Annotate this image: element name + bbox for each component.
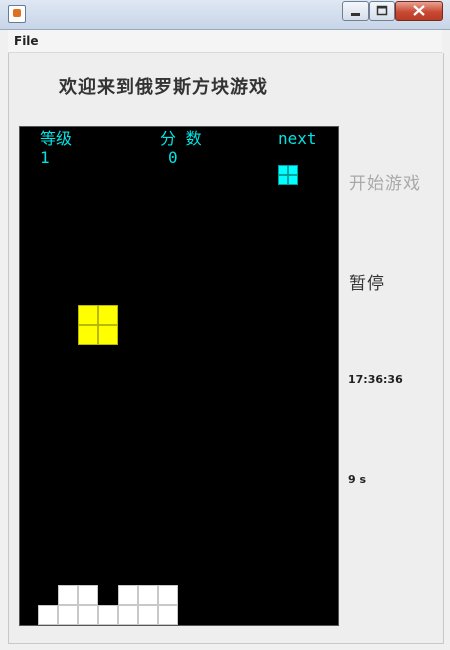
stack-block <box>158 605 178 625</box>
game-board[interactable]: 等级 1 分 数 0 next <box>19 126 339 626</box>
next-piece-block <box>278 165 288 175</box>
next-piece-block <box>288 165 298 175</box>
score-label: 分 数 <box>160 129 202 148</box>
maximize-button[interactable] <box>369 1 395 21</box>
next-piece-block <box>288 175 298 185</box>
menu-file[interactable]: File <box>14 34 39 48</box>
stack-block <box>78 605 98 625</box>
minimize-icon <box>351 13 360 16</box>
falling-piece-block <box>98 325 118 345</box>
java-cup-icon <box>8 5 26 23</box>
level-value: 1 <box>40 148 50 167</box>
stack-block <box>138 585 158 605</box>
stack-block <box>158 585 178 605</box>
stack-block <box>58 585 78 605</box>
score-value: 0 <box>168 148 178 167</box>
next-label: next <box>278 129 317 148</box>
close-icon <box>413 5 425 16</box>
pause-button[interactable]: 暂停 <box>349 269 385 294</box>
stack-block <box>118 585 138 605</box>
start-game-button[interactable]: 开始游戏 <box>349 169 421 194</box>
next-piece-block <box>278 175 288 185</box>
clock-display: 17:36:36 <box>348 373 403 386</box>
minimize-button[interactable] <box>342 1 369 21</box>
stack-block <box>78 585 98 605</box>
falling-piece-block <box>78 325 98 345</box>
falling-piece-block <box>78 305 98 325</box>
stack-block <box>58 605 78 625</box>
falling-piece-block <box>98 305 118 325</box>
close-button[interactable] <box>395 1 443 21</box>
page-title: 欢迎来到俄罗斯方块游戏 <box>59 77 268 98</box>
menu-bar: File <box>8 30 442 53</box>
elapsed-time: 9 s <box>348 473 367 486</box>
stack-block <box>138 605 158 625</box>
maximize-icon <box>376 5 388 16</box>
level-label: 等级 <box>40 129 73 148</box>
stack-block <box>118 605 138 625</box>
stack-block <box>98 605 118 625</box>
stack-block <box>38 605 58 625</box>
window-titlebar <box>0 0 450 30</box>
